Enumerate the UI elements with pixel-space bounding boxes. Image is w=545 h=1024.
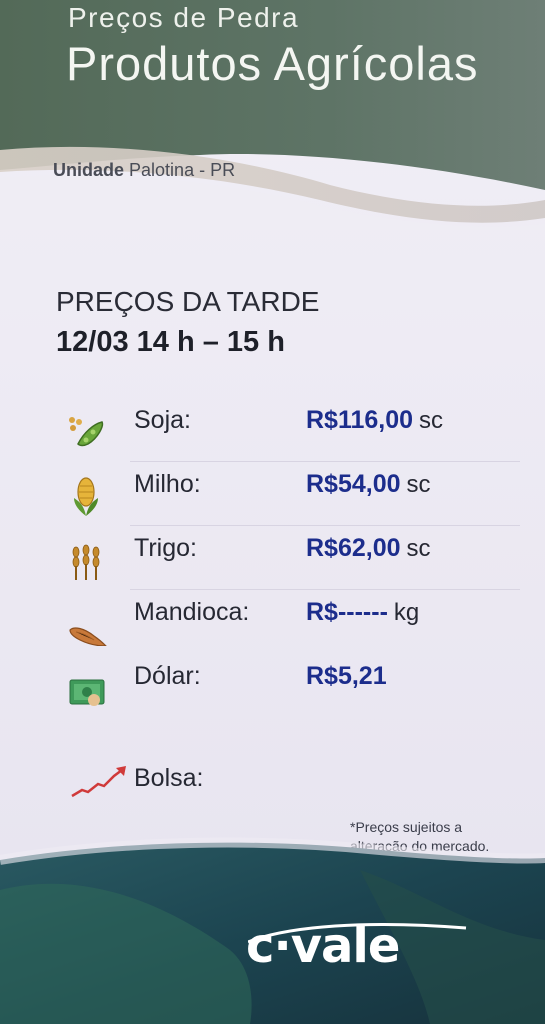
price-label: Mandioca: <box>134 598 250 626</box>
unit-name: Palotina - PR <box>129 160 236 180</box>
price-row-milho: Milho: R$54,00 sc <box>60 466 520 526</box>
dollar-bill-icon <box>69 679 105 706</box>
unit-location: Unidade Palotina - PR <box>53 160 235 181</box>
price-row-soja: Soja: R$116,00 sc <box>60 402 520 462</box>
price-value: R$54,00 sc <box>306 470 431 499</box>
price-value: R$------ kg <box>306 598 419 627</box>
price-row-mandioca: Mandioca: R$------ kg <box>60 594 520 654</box>
price-label: Milho: <box>134 470 201 498</box>
price-row-dolar: Dólar: R$5,21 <box>60 658 520 718</box>
row-divider <box>130 461 520 462</box>
header-subtitle: Preços de Pedra <box>68 2 300 33</box>
corn-icon <box>74 477 98 516</box>
header-title: Produtos Agrícolas <box>66 37 479 90</box>
price-unit: kg <box>393 599 420 626</box>
price-amount: R$116,00 <box>306 406 414 434</box>
price-unit: sc <box>419 407 444 434</box>
price-value: R$62,00 sc <box>306 534 431 563</box>
price-label: Trigo: <box>134 534 197 562</box>
wheat-icon <box>72 544 100 580</box>
price-label: Soja: <box>134 406 191 434</box>
price-amount: R$5,21 <box>306 662 387 690</box>
price-value: R$5,21 <box>306 662 387 691</box>
price-board-screen: Preços de Pedra Produtos Agrícolas Unida… <box>0 0 545 1024</box>
cvale-logo: c·vale <box>246 918 400 974</box>
header-banner: Preços de Pedra Produtos Agrícolas Unida… <box>0 0 545 230</box>
price-amount: R$62,00 <box>306 534 401 562</box>
price-row-bolsa: Bolsa: <box>60 760 520 820</box>
session-title: PREÇOS DA TARDE <box>56 286 320 317</box>
price-row-trigo: Trigo: R$62,00 sc <box>60 530 520 590</box>
row-divider <box>130 525 520 526</box>
price-label: Bolsa: <box>134 764 204 792</box>
price-label: Dólar: <box>134 662 201 690</box>
price-amount: R$54,00 <box>306 470 401 498</box>
unit-prefix: Unidade <box>53 160 125 180</box>
price-value: R$116,00 sc <box>306 406 443 435</box>
price-unit: sc <box>406 535 431 562</box>
cassava-icon <box>69 627 107 646</box>
session-datetime: 12/03 14 h – 15 h <box>56 326 285 358</box>
row-divider <box>130 589 520 590</box>
stock-chart-icon <box>71 766 126 798</box>
soybean-icon <box>69 417 104 447</box>
price-amount: R$------ <box>306 598 388 626</box>
price-unit: sc <box>406 471 431 498</box>
